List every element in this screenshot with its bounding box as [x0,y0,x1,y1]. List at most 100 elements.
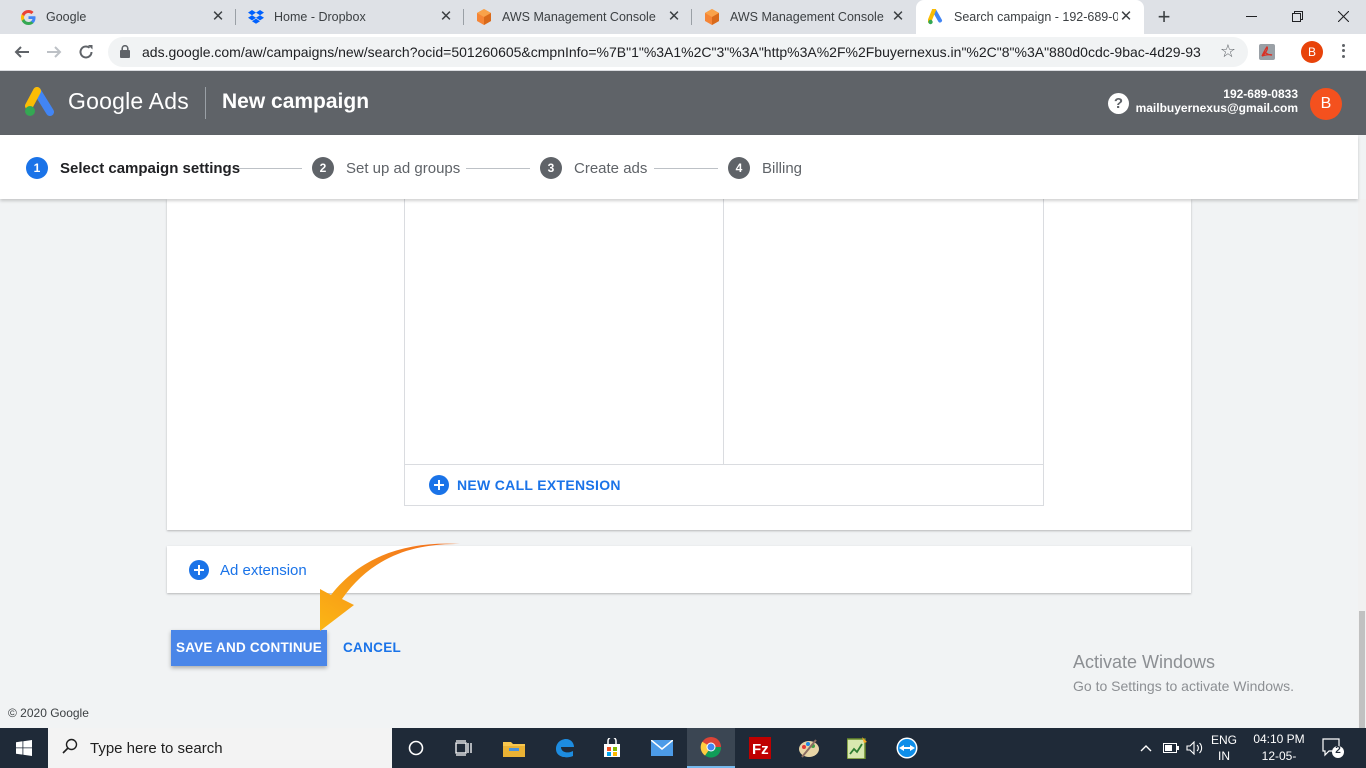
lock-icon [120,44,130,63]
browser-toolbar: ads.google.com/aw/campaigns/new/search?o… [0,34,1366,71]
clock-time: 04:10 PM [1253,732,1305,746]
taskbar-search-placeholder: Type here to search [90,739,223,757]
filezilla-icon[interactable]: Fz [736,728,784,768]
windows-taskbar: Type here to search Fz ENG IN 04:10 PM 1… [0,728,1366,768]
step-connector [654,168,718,169]
reload-button[interactable] [72,38,100,66]
account-email: mailbuyernexus@gmail.com [1135,101,1298,115]
browser-profile-avatar[interactable]: B [1301,41,1323,63]
google-ads-brand[interactable]: Google Ads [68,88,189,115]
notification-count: 2 [1335,745,1341,756]
account-id: 192-689-0833 [1223,87,1298,101]
account-info[interactable]: 192-689-0833 mailbuyernexus@gmail.com [1136,87,1298,115]
tab-aws-2[interactable]: AWS Management Console ✕ [692,0,916,34]
pdf-extension-icon[interactable] [1258,43,1276,61]
chrome-icon[interactable] [687,728,735,768]
region-code: IN [1218,749,1230,763]
microsoft-store-icon[interactable] [588,728,636,768]
task-view-icon[interactable] [440,728,488,768]
action-center-icon[interactable]: 2 [1322,738,1344,758]
main-content: NEW CALL EXTENSION Ad extension SAVE AND… [0,199,1358,728]
tab-aws-1[interactable]: AWS Management Console ✕ [464,0,692,34]
step-label: Set up ad groups [346,159,461,177]
volume-icon[interactable] [1186,728,1204,768]
tab-title: AWS Management Console [730,10,884,24]
search-icon [62,738,78,759]
bookmark-star-icon[interactable]: ☆ [1220,41,1236,62]
cancel-button[interactable]: CANCEL [343,640,401,655]
minimize-button[interactable] [1228,0,1274,32]
help-icon[interactable]: ? [1108,93,1129,114]
taskbar-search-box[interactable]: Type here to search [48,728,392,768]
close-window-button[interactable] [1320,0,1366,32]
close-icon[interactable]: ✕ [1118,9,1134,25]
battery-icon[interactable] [1163,728,1179,768]
add-circle-icon [189,560,209,580]
teamviewer-icon[interactable] [883,728,931,768]
restore-button[interactable] [1274,0,1320,32]
step-select-campaign-settings[interactable]: 1 Select campaign settings [26,157,240,179]
tab-title: Google [46,10,87,24]
close-icon[interactable]: ✕ [210,9,226,25]
step-billing[interactable]: 4 Billing [728,157,802,179]
close-icon[interactable]: ✕ [666,9,682,25]
watermark-title: Activate Windows [1073,652,1216,672]
new-call-extension-button[interactable]: NEW CALL EXTENSION [429,475,621,495]
call-extension-table: NEW CALL EXTENSION [404,199,1044,506]
windows-start-button[interactable] [0,728,48,768]
google-icon [20,9,36,25]
paint-icon[interactable] [785,728,833,768]
taskbar-clock[interactable]: 04:10 PM 12-05-2020 [1250,731,1308,768]
step-number: 3 [540,157,562,179]
new-tab-button[interactable]: + [1152,5,1176,29]
tab-title: Search campaign - 192-689-08 [954,10,1118,24]
google-ads-header: Google Ads New campaign ? 192-689-0833 m… [0,71,1366,135]
clock-date: 12-05-2020 [1261,749,1297,768]
tab-google[interactable]: Google ✕ [8,0,236,34]
row-divider [405,464,1043,465]
google-ads-logo-icon[interactable] [24,87,56,122]
orange-arrow-annotation [320,543,460,631]
step-number: 4 [728,157,750,179]
step-number: 2 [312,157,334,179]
file-explorer-icon[interactable] [490,728,538,768]
aws-icon [476,9,492,25]
scrollbar-thumb[interactable] [1359,611,1365,728]
url-text: ads.google.com/aw/campaigns/new/search?o… [142,44,1202,60]
watermark-subtitle: Go to Settings to activate Windows. [1073,678,1294,694]
svg-text:Fz: Fz [752,741,769,758]
browser-menu-icon[interactable] [1336,40,1350,62]
tab-search-campaign[interactable]: Search campaign - 192-689-08 ✕ [916,0,1144,34]
dropbox-icon [248,9,264,25]
forward-button[interactable] [40,38,68,66]
step-create-ads[interactable]: 3 Create ads [540,157,647,179]
step-set-up-ad-groups[interactable]: 2 Set up ad groups [312,157,460,179]
spreadsheet-app-icon[interactable] [833,728,881,768]
activate-windows-watermark: Activate Windows Go to Settings to activ… [1073,652,1294,694]
step-label: Create ads [574,159,648,177]
google-ads-icon [928,9,944,25]
aws-icon [704,9,720,25]
address-bar[interactable]: ads.google.com/aw/campaigns/new/search?o… [108,37,1248,67]
copyright-text: © 2020 Google [8,706,89,720]
column-divider [723,199,724,464]
page-scrollbar[interactable] [1358,199,1366,728]
avatar[interactable]: B [1310,88,1342,120]
add-circle-icon [429,475,449,495]
mail-icon[interactable] [638,728,686,768]
input-language[interactable]: ENG IN [1210,732,1238,764]
back-button[interactable] [8,38,36,66]
browser-tab-strip: Google ✕ Home - Dropbox ✕ AWS Management… [0,0,1366,34]
close-icon[interactable]: ✕ [890,9,906,25]
page-title: New campaign [222,90,370,113]
close-icon[interactable]: ✕ [438,9,454,25]
edge-browser-icon[interactable] [540,728,588,768]
tab-dropbox[interactable]: Home - Dropbox ✕ [236,0,464,34]
cortana-icon[interactable] [392,728,440,768]
step-label: Billing [762,159,803,177]
step-label: Select campaign settings [60,159,241,177]
call-extensions-card: NEW CALL EXTENSION [167,199,1191,530]
windows-logo-icon [16,740,32,756]
show-hidden-icons-button[interactable] [1140,728,1152,768]
header-divider [205,87,206,119]
